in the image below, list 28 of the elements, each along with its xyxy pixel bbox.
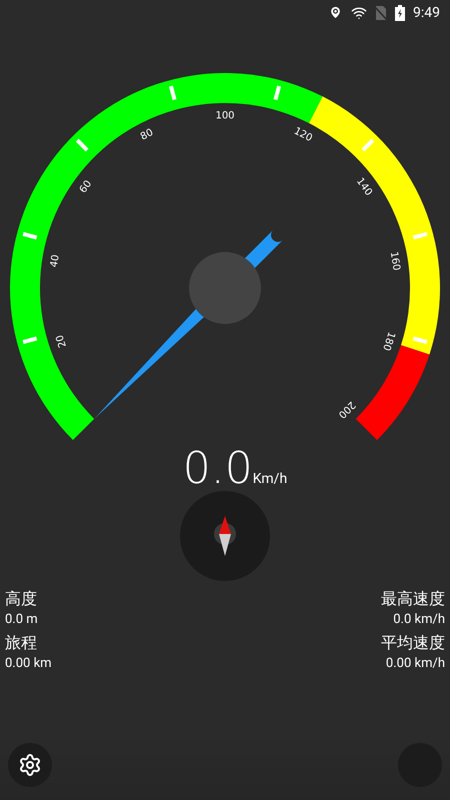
settings-button[interactable] (8, 743, 52, 787)
stat-label: 平均速度 (381, 633, 445, 654)
stat-value: 0.00 km (5, 656, 52, 671)
needle-hub (189, 252, 261, 324)
stat-label: 旅程 (5, 633, 37, 654)
settings-icon (18, 753, 42, 777)
clock: 9:49 (413, 4, 440, 20)
stat-value: 0.0 m (5, 612, 38, 627)
no-sim-icon (375, 4, 387, 20)
battery-charging-icon (395, 4, 405, 20)
scale-label: 120 (292, 126, 314, 144)
stat-label: 最高速度 (381, 589, 445, 610)
speed-unit: Km/h (252, 471, 288, 487)
stat-value: 0.00 km/h (386, 656, 445, 671)
wifi-icon (351, 4, 367, 20)
stat-value: 0.0 km/h (393, 612, 445, 627)
scale-label: 160 (388, 250, 402, 272)
scale-label: 20 (54, 333, 69, 349)
scale-label: 100 (215, 110, 235, 122)
location-icon (328, 5, 343, 20)
stat-label: 高度 (5, 589, 37, 610)
scale-label: 80 (138, 127, 156, 143)
scale-label: 60 (78, 178, 94, 196)
speed-value: 0.0 (182, 447, 253, 491)
scale-label: 180 (380, 330, 397, 352)
compass-needle-icon (213, 514, 237, 558)
scale-label: 200 (336, 398, 358, 420)
scale-label: 40 (48, 254, 62, 268)
